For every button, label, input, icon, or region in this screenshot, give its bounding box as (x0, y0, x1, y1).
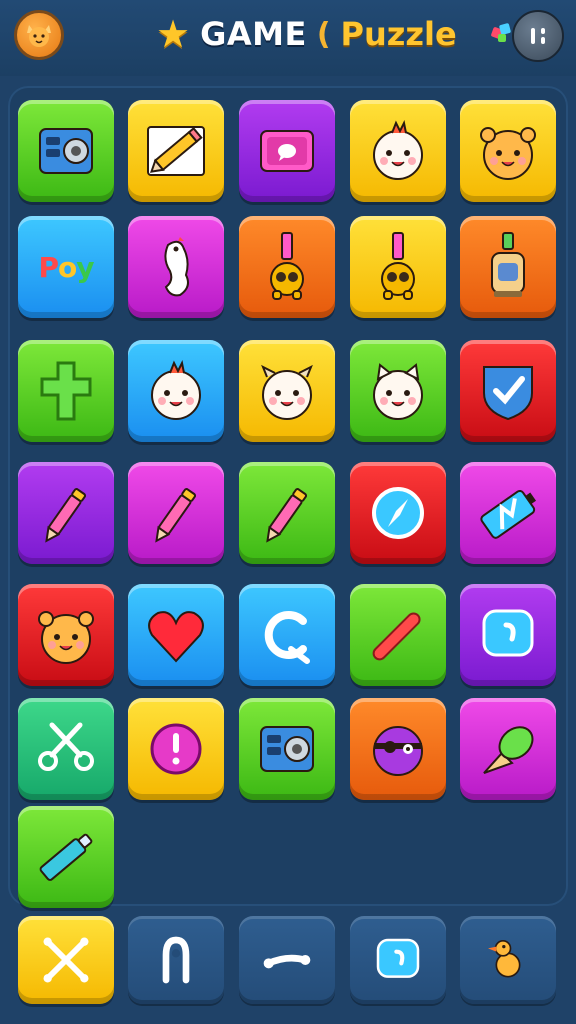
tile-bear-face[interactable] (460, 100, 556, 202)
title-main: GAME (200, 15, 307, 53)
tile-robot-plunger[interactable] (239, 216, 335, 318)
poy-text-icon: Poy (38, 251, 95, 284)
tile-pirate-ball[interactable] (350, 698, 446, 800)
star-icon: ★ (156, 12, 191, 56)
tile-glue-tube[interactable] (18, 806, 114, 908)
crossed-bones-icon (43, 937, 89, 983)
tile-chick-face[interactable] (350, 100, 446, 202)
shield-check-icon (483, 366, 533, 421)
tile-battery-tag[interactable] (460, 462, 556, 564)
tray-slot-duck[interactable] (460, 916, 556, 1004)
tile-cross[interactable] (18, 340, 114, 442)
robot-plunger-icon (270, 232, 304, 300)
tray-slot-bone[interactable] (239, 916, 335, 1004)
speaker-box-icon (260, 726, 314, 772)
tile-chick-face[interactable] (128, 340, 224, 442)
tile-speech-bubble[interactable] (460, 584, 556, 686)
speech-bubble-icon (376, 938, 420, 978)
profile-button[interactable] (14, 10, 64, 60)
robot-plunger-icon (381, 232, 415, 300)
speech-bubble-icon (482, 609, 534, 657)
tile-speaker-box[interactable] (239, 698, 335, 800)
bone-icon (263, 954, 311, 969)
tile-pencil-paper[interactable] (128, 100, 224, 202)
duck-icon (488, 940, 521, 978)
speaker-box-icon (39, 128, 93, 174)
scissors-icon (38, 722, 94, 771)
chick-face-icon (151, 359, 201, 420)
tile-compass[interactable] (350, 462, 446, 564)
alert-circle-icon (150, 723, 202, 775)
menu-icon (531, 28, 545, 44)
lantern-robot-icon (491, 232, 525, 297)
letter-c-icon (264, 611, 310, 664)
cat-face-icon (373, 363, 423, 420)
tile-cow-face[interactable] (239, 340, 335, 442)
tile-alert-circle[interactable] (128, 698, 224, 800)
tray-slot-crossed-bones[interactable] (18, 916, 114, 1004)
pencil-paper-icon (147, 126, 205, 176)
tile-pencil[interactable] (128, 462, 224, 564)
pirate-ball-icon (373, 726, 423, 776)
tile-shield-check[interactable] (460, 340, 556, 442)
chick-face-icon (373, 119, 423, 180)
tile-heart[interactable] (128, 584, 224, 686)
tile-letter-c[interactable] (239, 584, 335, 686)
glue-tube-icon (39, 833, 93, 881)
game-title: ★ GAME ( Puzzle (156, 10, 457, 58)
tile-ice-cream-cone[interactable] (460, 698, 556, 800)
battery-tag-icon (480, 489, 537, 539)
tile-robot-plunger[interactable] (350, 216, 446, 318)
tile-speaker-box[interactable] (18, 100, 114, 202)
cross-icon (40, 361, 92, 421)
cow-face-icon (261, 364, 313, 420)
tray-slot-speech-bubble[interactable] (350, 916, 446, 1004)
svg-text:Poy: Poy (38, 251, 94, 284)
title-separator: ( (316, 16, 331, 52)
tile-lantern-robot[interactable] (460, 216, 556, 318)
fox-avatar-icon (27, 25, 51, 47)
heart-icon (148, 611, 204, 663)
bottom-tray (0, 906, 576, 1024)
ice-cream-cone-icon (483, 726, 534, 774)
bear-face-icon (38, 611, 94, 664)
tile-ghost-bird[interactable] (128, 216, 224, 318)
pencil-icon (155, 488, 197, 543)
ghost-loop-icon (162, 936, 190, 984)
tile-chat-screen[interactable] (239, 100, 335, 202)
compass-icon (372, 487, 424, 539)
tile-marker[interactable] (350, 584, 446, 686)
ghost-bird-icon (164, 237, 189, 297)
pencil-icon (266, 488, 308, 543)
tile-bear-face[interactable] (18, 584, 114, 686)
tile-pencil[interactable] (239, 462, 335, 564)
tile-pencil[interactable] (18, 462, 114, 564)
marker-icon (372, 612, 421, 661)
pencil-icon (45, 488, 87, 543)
tile-cat-face[interactable] (350, 340, 446, 442)
title-sub: Puzzle (340, 15, 457, 53)
tile-scissors[interactable] (18, 698, 114, 800)
bear-face-icon (480, 127, 536, 180)
tile-poy-text[interactable]: Poy (18, 216, 114, 318)
menu-button[interactable] (512, 10, 564, 62)
chat-screen-icon (260, 130, 314, 172)
tray-slot-ghost-loop[interactable] (128, 916, 224, 1004)
top-bar: ★ GAME ( Puzzle (0, 0, 576, 76)
